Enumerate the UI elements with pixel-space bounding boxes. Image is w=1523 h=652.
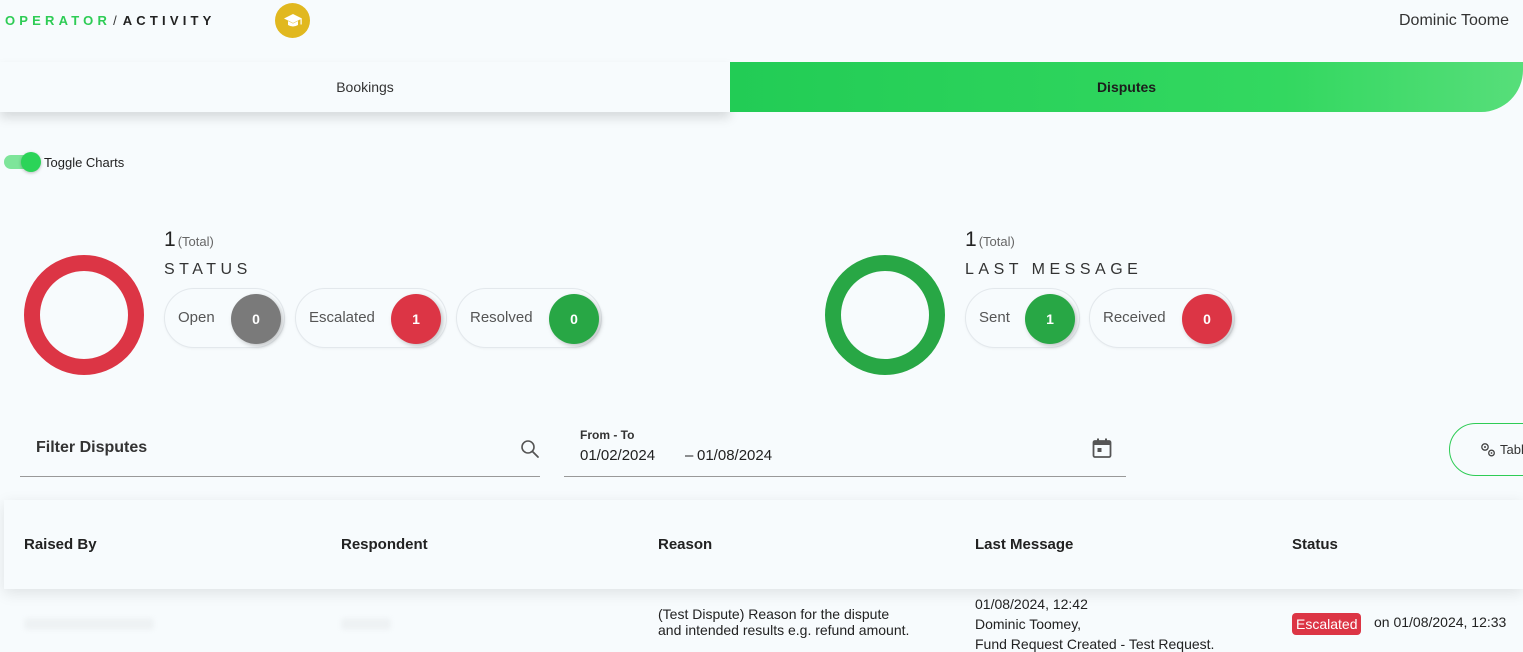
date-from-input[interactable]: 01/02/2024 [580,447,655,464]
reason-line-1: (Test Dispute) Reason for the dispute [658,606,890,622]
status-open-label: Open [178,309,215,326]
toggle-charts-switch[interactable] [4,152,41,172]
toggle-charts-label: Toggle Charts [44,155,125,170]
filter-disputes-field [20,420,540,477]
table-settings-label: Table [1500,442,1523,457]
message-sent-count: 1 [1025,294,1075,344]
tab-bookings[interactable]: Bookings [0,62,730,112]
tab-disputes[interactable]: Disputes [730,62,1523,112]
column-raised-by[interactable]: Raised By [24,536,97,553]
status-open-count: 0 [231,294,281,344]
status-total-value: 1 [164,228,176,251]
gears-icon [1481,443,1495,457]
message-received-label: Received [1103,309,1166,326]
status-escalated-pill[interactable]: Escalated 1 [295,288,447,348]
search-icon[interactable] [520,439,540,459]
date-range-field: From - To 01/02/2024 – 01/08/2024 [564,420,1126,477]
top-bar: OPERATOR / ACTIVITY Dominic Toome [0,0,1523,62]
status-panel-title: STATUS [164,261,252,278]
last-message-text: Fund Request Created - Test Request. [975,636,1215,652]
last-message-total-suffix: (Total) [978,234,1015,249]
date-to-input[interactable]: 01/08/2024 [697,447,772,464]
breadcrumb-operator[interactable]: OPERATOR [5,13,111,28]
status-resolved-pill[interactable]: Resolved 0 [456,288,602,348]
user-name[interactable]: Dominic Toome [1399,12,1509,30]
message-sent-pill[interactable]: Sent 1 [965,288,1080,348]
respondent-redacted [341,618,391,630]
table-settings-button[interactable]: Table [1449,423,1523,476]
academy-button[interactable] [275,3,310,38]
raised-by-redacted [24,618,154,630]
breadcrumb-separator: / [113,13,117,28]
breadcrumb-activity: ACTIVITY [122,13,216,28]
status-total: 1 (Total) [164,228,214,252]
last-message-ring-chart [825,255,945,375]
toggle-knob [21,152,41,172]
status-open-pill[interactable]: Open 0 [164,288,285,348]
calendar-icon[interactable] [1091,437,1113,459]
status-ring-chart [24,255,144,375]
status-total-suffix: (Total) [177,234,214,249]
last-message-panel-title: LAST MESSAGE [965,261,1143,278]
reason-cell: (Test Dispute) Reason for the dispute an… [658,606,948,638]
status-resolved-count: 0 [549,294,599,344]
table-header: Raised By Respondent Reason Last Message… [4,500,1523,589]
last-message-author: Dominic Toomey, [975,616,1082,632]
date-range-label: From - To [580,428,635,442]
status-resolved-label: Resolved [470,309,533,326]
status-time: on 01/08/2024, 12:33 [1374,614,1507,630]
filter-disputes-input[interactable] [36,436,506,460]
tab-bar: Bookings Disputes [0,62,1523,112]
date-separator: – [685,447,694,464]
breadcrumb: OPERATOR / ACTIVITY [5,13,216,28]
graduation-cap-icon [283,13,302,26]
reason-line-2: and intended results e.g. refund amount. [658,622,910,638]
message-received-pill[interactable]: Received 0 [1089,288,1235,348]
message-received-count: 0 [1182,294,1232,344]
last-message-cell: 01/08/2024, 12:42 Dominic Toomey, Fund R… [975,594,1275,652]
column-reason[interactable]: Reason [658,536,712,553]
last-message-time: 01/08/2024, 12:42 [975,596,1088,612]
message-sent-label: Sent [979,309,1010,326]
column-respondent[interactable]: Respondent [341,536,428,553]
column-last-message[interactable]: Last Message [975,536,1073,553]
status-escalated-count: 1 [391,294,441,344]
column-status[interactable]: Status [1292,536,1338,553]
status-badge: Escalated [1292,613,1362,635]
last-message-total: 1 (Total) [965,228,1015,252]
status-escalated-label: Escalated [309,309,375,326]
last-message-total-value: 1 [965,228,977,251]
